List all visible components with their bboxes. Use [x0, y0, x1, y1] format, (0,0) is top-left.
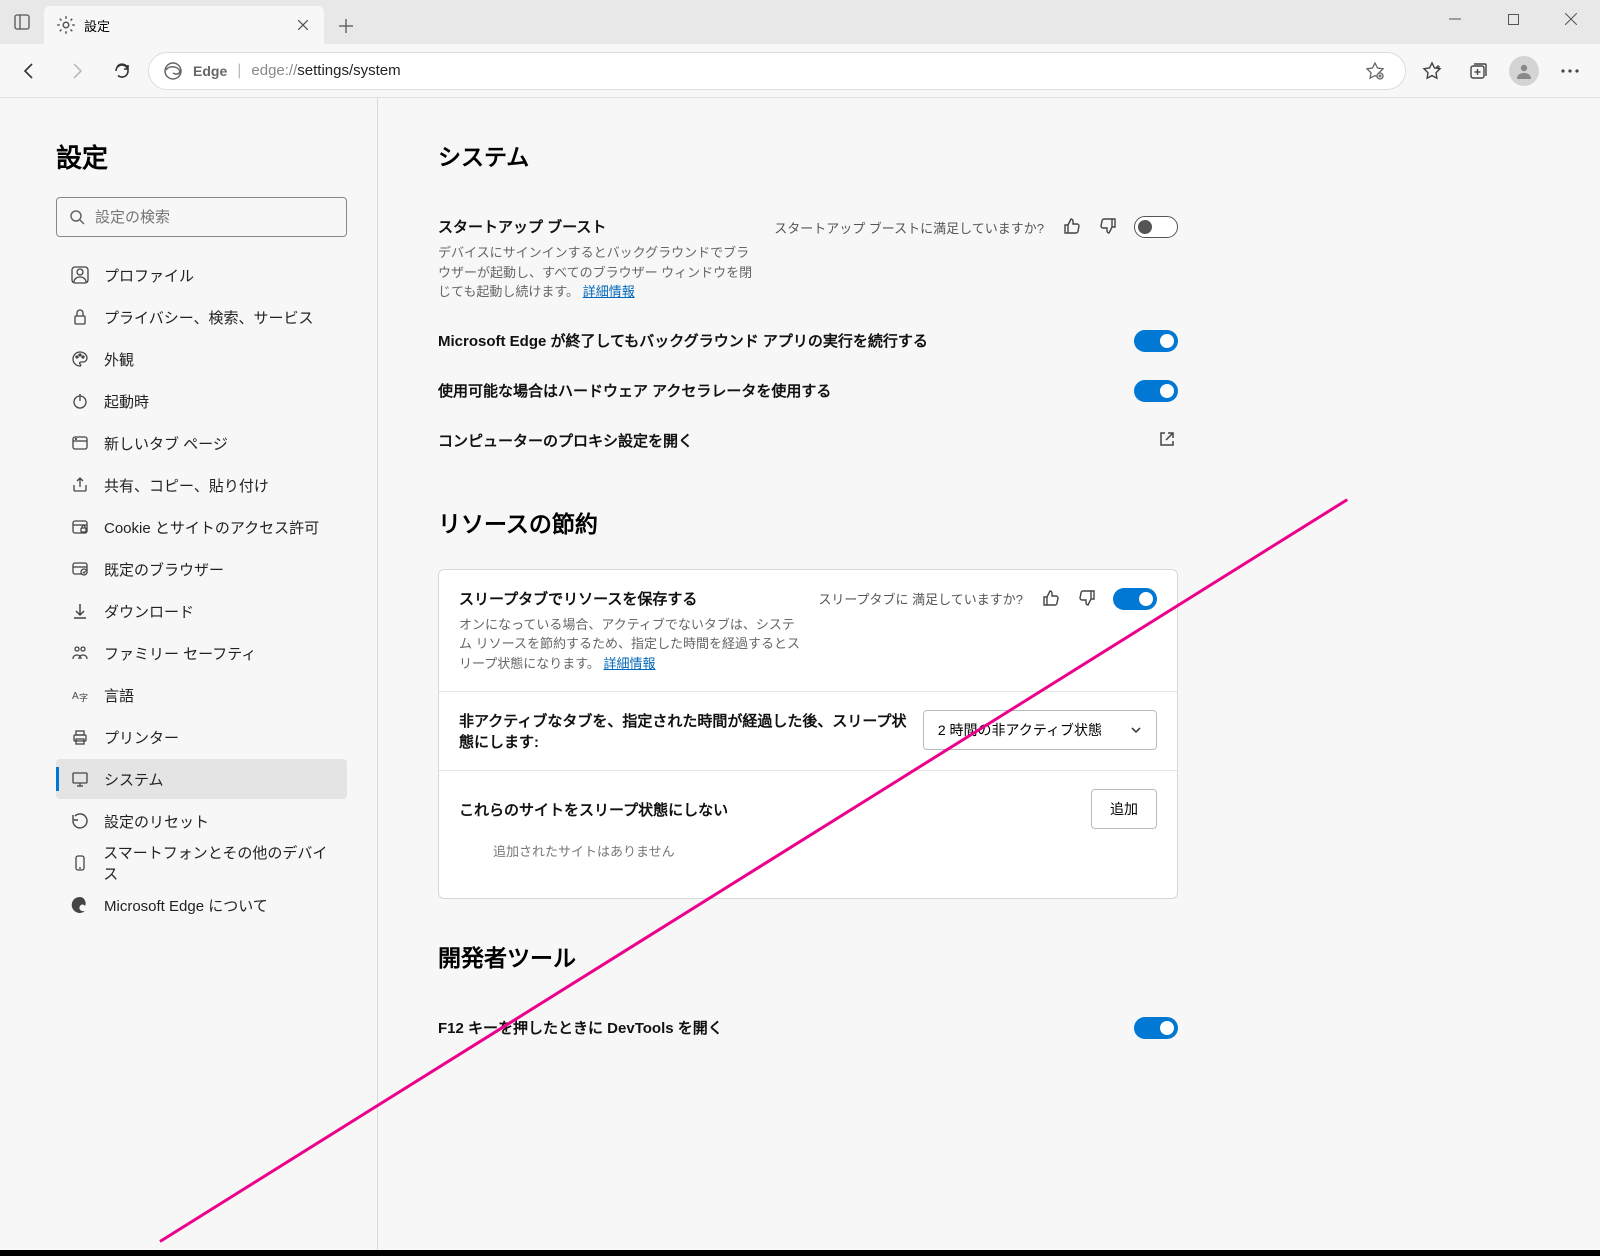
- section-heading-resources: リソースの節約: [438, 505, 1178, 539]
- f12-devtools-toggle[interactable]: [1134, 1017, 1178, 1039]
- collections-button[interactable]: [1458, 51, 1498, 91]
- sidebar-heading: 設定: [56, 138, 347, 175]
- reset-icon: [70, 811, 90, 831]
- startup-boost-toggle[interactable]: [1134, 216, 1178, 238]
- window-controls: [1426, 0, 1600, 38]
- lock-icon: [70, 307, 90, 327]
- thumbs-up-icon[interactable]: [1062, 216, 1084, 238]
- section-heading-devtools: 開発者ツール: [438, 939, 1178, 973]
- edge-icon: [70, 895, 90, 915]
- external-link-icon: [1158, 430, 1178, 450]
- palette-icon: [70, 349, 90, 369]
- sidebar-item-language[interactable]: A字言語: [56, 675, 347, 715]
- download-icon: [70, 601, 90, 621]
- add-site-button[interactable]: 追加: [1091, 789, 1157, 829]
- sidebar-item-share[interactable]: 共有、コピー、貼り付け: [56, 465, 347, 505]
- power-icon: [70, 391, 90, 411]
- menu-button[interactable]: [1550, 51, 1590, 91]
- no-sites-text: 追加されたサイトはありません: [459, 829, 1157, 880]
- chevron-down-icon: [1130, 724, 1142, 736]
- section-heading-system: システム: [438, 138, 1178, 172]
- close-button[interactable]: [1542, 0, 1600, 38]
- favorites-button[interactable]: [1412, 51, 1452, 91]
- thumbs-down-icon[interactable]: [1077, 588, 1099, 610]
- thumbs-up-icon[interactable]: [1041, 588, 1063, 610]
- sidebar-item-printer[interactable]: プリンター: [56, 717, 347, 757]
- tab-title: 設定: [84, 16, 286, 35]
- learn-more-link[interactable]: 詳細情報: [583, 284, 635, 299]
- setting-startup-boost: スタートアップ ブースト デバイスにサインインするとバックグラウンドでブラウザー…: [438, 202, 1178, 316]
- sidebar-item-privacy[interactable]: プライバシー、検索、サービス: [56, 297, 347, 337]
- thumbs-down-icon[interactable]: [1098, 216, 1120, 238]
- minimize-button[interactable]: [1426, 0, 1484, 38]
- sidebar-item-about[interactable]: Microsoft Edge について: [56, 885, 347, 925]
- browser-icon: [70, 559, 90, 579]
- maximize-button[interactable]: [1484, 0, 1542, 38]
- svg-text:字: 字: [79, 692, 88, 703]
- inactive-duration-select[interactable]: 2 時間の非アクティブ状態: [923, 710, 1157, 750]
- vertical-tabs-button[interactable]: [0, 0, 44, 44]
- refresh-button[interactable]: [102, 51, 142, 91]
- setting-hw-accel: 使用可能な場合はハードウェア アクセラレータを使用する: [438, 366, 1178, 416]
- setting-proxy[interactable]: コンピューターのプロキシ設定を開く: [438, 416, 1178, 465]
- edge-logo-icon: [163, 61, 183, 81]
- sleep-tabs-toggle[interactable]: [1113, 588, 1157, 610]
- sidebar-item-appearance[interactable]: 外観: [56, 339, 347, 379]
- sidebar-item-cookies[interactable]: Cookie とサイトのアクセス許可: [56, 507, 347, 547]
- newtab-icon: [70, 433, 90, 453]
- titlebar: 設定: [0, 0, 1600, 44]
- forward-button[interactable]: [56, 51, 96, 91]
- sidebar-item-default-browser[interactable]: 既定のブラウザー: [56, 549, 347, 589]
- settings-search[interactable]: [56, 197, 347, 237]
- sidebar-item-system[interactable]: システム: [56, 759, 347, 799]
- taskbar: [0, 1250, 1600, 1256]
- sidebar-item-startup[interactable]: 起動時: [56, 381, 347, 421]
- search-input[interactable]: [95, 209, 334, 226]
- setting-background-apps: Microsoft Edge が終了してもバックグラウンド アプリの実行を続行す…: [438, 316, 1178, 366]
- close-icon[interactable]: [294, 16, 312, 34]
- family-icon: [70, 643, 90, 663]
- sidebar-item-newtab[interactable]: 新しいタブ ページ: [56, 423, 347, 463]
- sleep-tabs-card: スリープタブでリソースを保存する オンになっている場合、アクティブでないタブは、…: [438, 569, 1178, 900]
- sidebar-item-downloads[interactable]: ダウンロード: [56, 591, 347, 631]
- learn-more-link[interactable]: 詳細情報: [604, 656, 656, 671]
- share-icon: [70, 475, 90, 495]
- phone-icon: [70, 853, 89, 873]
- back-button[interactable]: [10, 51, 50, 91]
- settings-sidebar: 設定 プロファイル プライバシー、検索、サービス 外観 起動時 新しいタブ ペー…: [0, 98, 378, 1256]
- browser-tab[interactable]: 設定: [44, 6, 324, 44]
- svg-text:A: A: [72, 691, 79, 702]
- new-tab-button[interactable]: [328, 8, 364, 44]
- sidebar-item-phone[interactable]: スマートフォンとその他のデバイス: [56, 843, 347, 883]
- addr-source: Edge: [193, 63, 227, 79]
- sidebar-item-family[interactable]: ファミリー セーフティ: [56, 633, 347, 673]
- profile-icon: [70, 265, 90, 285]
- address-bar[interactable]: Edge | edge://settings/system: [148, 52, 1406, 90]
- gear-icon: [56, 15, 76, 35]
- profile-button[interactable]: [1504, 51, 1544, 91]
- printer-icon: [70, 727, 90, 747]
- bg-apps-toggle[interactable]: [1134, 330, 1178, 352]
- url-text: edge://settings/system: [251, 62, 400, 79]
- sidebar-item-profile[interactable]: プロファイル: [56, 255, 347, 295]
- hw-accel-toggle[interactable]: [1134, 380, 1178, 402]
- system-icon: [70, 769, 90, 789]
- settings-main: システム スタートアップ ブースト デバイスにサインインするとバックグラウンドで…: [378, 98, 1600, 1256]
- toolbar: Edge | edge://settings/system: [0, 44, 1600, 98]
- cookie-icon: [70, 517, 90, 537]
- sidebar-item-reset[interactable]: 設定のリセット: [56, 801, 347, 841]
- setting-f12-devtools: F12 キーを押したときに DevTools を開く: [438, 1003, 1178, 1053]
- language-icon: A字: [70, 685, 90, 705]
- search-icon: [69, 209, 85, 225]
- favorite-plus-icon[interactable]: [1359, 55, 1391, 87]
